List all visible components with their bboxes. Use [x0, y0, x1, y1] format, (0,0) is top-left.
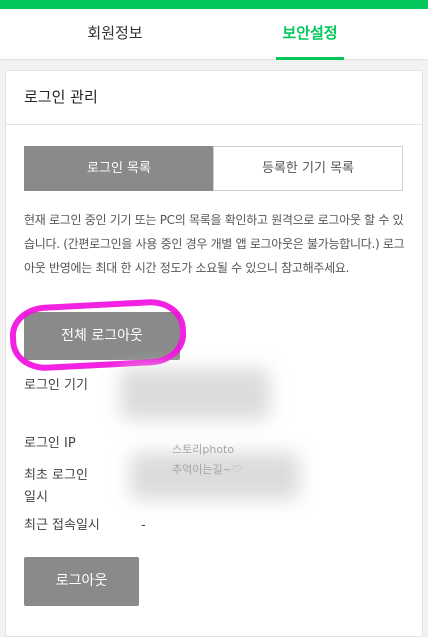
section-divider	[5, 124, 423, 125]
tab-bar: 회원정보 보안설정	[0, 9, 428, 60]
tab-security-settings[interactable]: 보안설정	[270, 9, 350, 60]
description-text: 현재 로그인 중인 기기 또는 PC의 목록을 확인하고 원격으로 로그아웃 할…	[24, 213, 405, 275]
highlight-circle-annotation	[8, 297, 188, 373]
login-ip-label: 로그인 IP	[24, 436, 76, 451]
watermark: 스토리photo 추억이는길~♡	[172, 440, 242, 480]
tab-security-label: 보안설정	[282, 24, 338, 42]
tab-member-info[interactable]: 회원정보	[70, 9, 160, 60]
section-title: 로그인 관리	[24, 88, 98, 106]
logout-button[interactable]: 로그아웃	[24, 557, 139, 606]
segment-registered-devices[interactable]: 등록한 기기 목록	[213, 146, 403, 191]
watermark-line-1: 스토리photo	[172, 443, 235, 456]
top-accent-bar	[0, 0, 428, 9]
first-login-label: 최초 로그인 일시	[24, 468, 88, 505]
recent-access-label: 최근 접속일시	[24, 518, 100, 533]
recent-access-value: -	[141, 518, 146, 533]
login-device-label: 로그인 기기	[24, 378, 88, 393]
blurred-device-value	[120, 368, 270, 420]
segment-login-list[interactable]: 로그인 목록	[24, 146, 214, 191]
watermark-line-2: 추억이는길~♡	[172, 463, 242, 476]
